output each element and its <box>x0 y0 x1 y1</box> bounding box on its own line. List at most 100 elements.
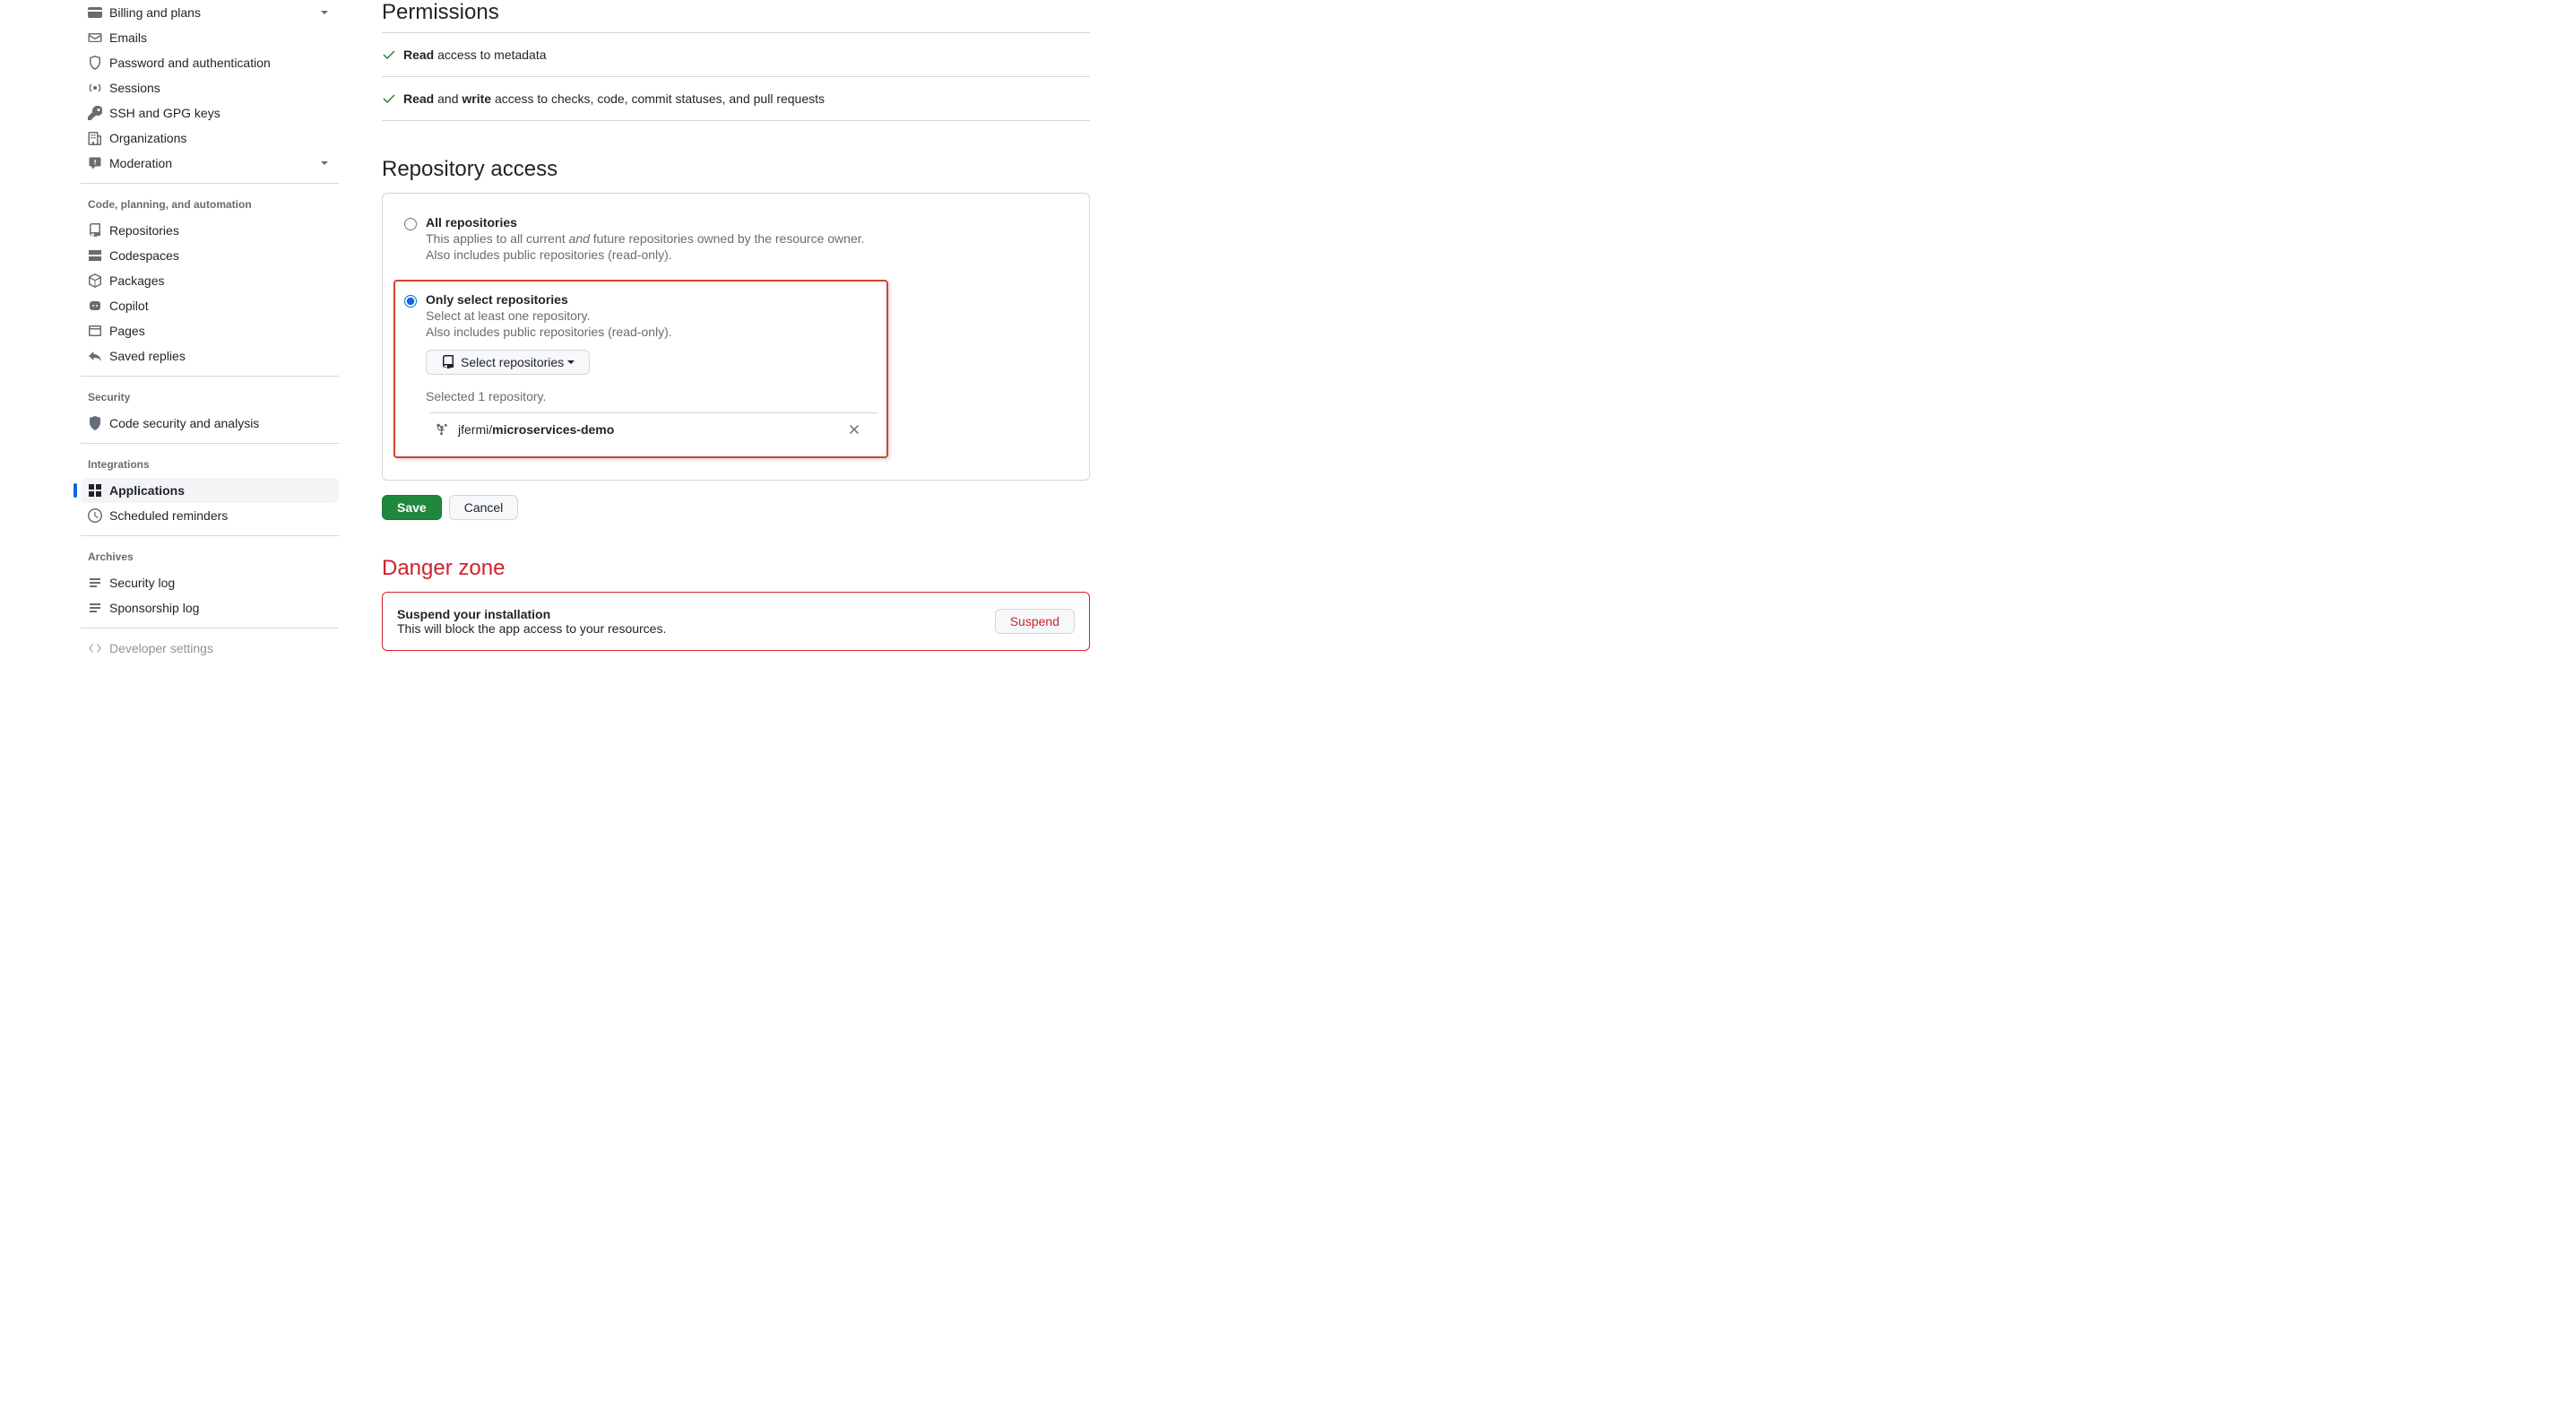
selected-repo-row: jfermi/microservices-demo <box>429 412 877 446</box>
permission-item: Read access to metadata <box>382 33 1090 77</box>
permission-text: access to metadata <box>434 48 546 62</box>
radio-label: All repositories <box>426 215 865 230</box>
radio-all-repositories[interactable]: All repositories This applies to all cur… <box>404 215 1068 262</box>
danger-row-suspend: Suspend your installation This will bloc… <box>383 593 1089 650</box>
permission-strong: write <box>462 91 491 106</box>
radio-input-all[interactable] <box>404 218 417 230</box>
main-content: Permissions Read access to metadata Read… <box>382 0 1090 661</box>
danger-title: Suspend your installation <box>397 607 666 621</box>
log-icon <box>88 576 102 590</box>
broadcast-icon <box>88 81 102 95</box>
sidebar-label: Emails <box>109 30 147 45</box>
code-icon <box>88 641 102 655</box>
organization-icon <box>88 131 102 145</box>
sidebar-label: Code security and analysis <box>109 416 259 430</box>
save-button[interactable]: Save <box>382 495 442 520</box>
sidebar-item-packages[interactable]: Packages <box>81 268 339 293</box>
log-icon <box>88 601 102 615</box>
section-header-integrations: Integrations <box>81 451 339 478</box>
repo-icon <box>441 355 455 369</box>
sidebar-item-repositories[interactable]: Repositories <box>81 218 339 243</box>
sidebar-label: Moderation <box>109 156 172 170</box>
sidebar-item-code-security[interactable]: Code security and analysis <box>81 411 339 436</box>
sidebar-label: Organizations <box>109 131 186 145</box>
radio-description: Also includes public repositories (read-… <box>426 325 877 339</box>
shield-lock-icon <box>88 56 102 70</box>
divider <box>81 183 339 184</box>
sidebar-item-scheduled-reminders[interactable]: Scheduled reminders <box>81 503 339 528</box>
cancel-button[interactable]: Cancel <box>449 495 519 520</box>
clock-icon <box>88 508 102 523</box>
sidebar-label: Sessions <box>109 81 160 95</box>
sidebar-label: Repositories <box>109 223 179 238</box>
danger-zone-heading: Danger zone <box>382 556 1090 581</box>
sidebar-item-applications[interactable]: Applications <box>81 478 339 503</box>
sidebar-label: Sponsorship log <box>109 601 199 615</box>
sidebar-item-ssh-keys[interactable]: SSH and GPG keys <box>81 100 339 126</box>
shield-icon <box>88 416 102 430</box>
check-icon <box>382 48 396 62</box>
sidebar-item-copilot[interactable]: Copilot <box>81 293 339 318</box>
divider <box>81 628 339 629</box>
radio-description: This applies to all current and future r… <box>426 231 865 246</box>
permission-text: and <box>434 91 462 106</box>
select-repositories-label: Select repositories <box>461 355 564 369</box>
repository-access-box: All repositories This applies to all cur… <box>382 193 1090 481</box>
select-repositories-button[interactable]: Select repositories <box>426 350 590 375</box>
repo-icon <box>88 223 102 238</box>
chevron-down-icon <box>317 5 332 20</box>
radio-only-select[interactable]: Only select repositories Select at least… <box>404 292 877 446</box>
sidebar-label: Codespaces <box>109 248 179 263</box>
selected-repo-name: jfermi/microservices-demo <box>458 422 614 437</box>
permissions-list: Read access to metadata Read and write a… <box>382 32 1090 121</box>
repository-access-section: Repository access All repositories This … <box>382 157 1090 520</box>
divider <box>81 376 339 377</box>
sidebar-label: Pages <box>109 324 145 338</box>
repository-access-heading: Repository access <box>382 157 1090 182</box>
radio-description: Select at least one repository. <box>426 308 877 323</box>
sidebar-item-security-log[interactable]: Security log <box>81 570 339 595</box>
permission-item: Read and write access to checks, code, c… <box>382 77 1090 121</box>
sidebar-label: Developer settings <box>109 641 213 655</box>
selected-count: Selected 1 repository. <box>426 389 877 403</box>
sidebar-item-billing[interactable]: Billing and plans <box>81 0 339 25</box>
browser-icon <box>88 324 102 338</box>
sidebar-item-pages[interactable]: Pages <box>81 318 339 343</box>
reply-icon <box>88 349 102 363</box>
suspend-button[interactable]: Suspend <box>995 609 1075 634</box>
sidebar-item-moderation[interactable]: Moderation <box>81 151 339 176</box>
key-icon <box>88 106 102 120</box>
sidebar-label: Password and authentication <box>109 56 271 70</box>
sidebar-label: SSH and GPG keys <box>109 106 220 120</box>
radio-input-only-select[interactable] <box>404 295 417 308</box>
divider <box>81 535 339 536</box>
sidebar-label: Saved replies <box>109 349 186 363</box>
sidebar-item-password[interactable]: Password and authentication <box>81 50 339 75</box>
copilot-icon <box>88 299 102 313</box>
sidebar-label: Applications <box>109 483 185 498</box>
permission-strong: Read <box>403 48 434 62</box>
sidebar-item-codespaces[interactable]: Codespaces <box>81 243 339 268</box>
check-icon <box>382 91 396 106</box>
credit-card-icon <box>88 5 102 20</box>
apps-icon <box>88 483 102 498</box>
remove-repo-icon[interactable] <box>847 422 861 437</box>
mail-icon <box>88 30 102 45</box>
sidebar-item-sponsorship-log[interactable]: Sponsorship log <box>81 595 339 620</box>
sidebar-label: Billing and plans <box>109 5 201 20</box>
sidebar-label: Security log <box>109 576 175 590</box>
sidebar-item-emails[interactable]: Emails <box>81 25 339 50</box>
chevron-down-icon <box>317 156 332 170</box>
sidebar-label: Scheduled reminders <box>109 508 228 523</box>
sidebar-item-sessions[interactable]: Sessions <box>81 75 339 100</box>
package-icon <box>88 273 102 288</box>
permission-strong: Read <box>403 91 434 106</box>
permissions-heading: Permissions <box>382 0 1090 25</box>
sidebar-item-developer-settings[interactable]: Developer settings <box>81 636 339 661</box>
permission-text: access to checks, code, commit statuses,… <box>491 91 825 106</box>
sidebar-label: Copilot <box>109 299 149 313</box>
radio-label: Only select repositories <box>426 292 877 307</box>
codespaces-icon <box>88 248 102 263</box>
sidebar-item-organizations[interactable]: Organizations <box>81 126 339 151</box>
sidebar-item-saved-replies[interactable]: Saved replies <box>81 343 339 369</box>
